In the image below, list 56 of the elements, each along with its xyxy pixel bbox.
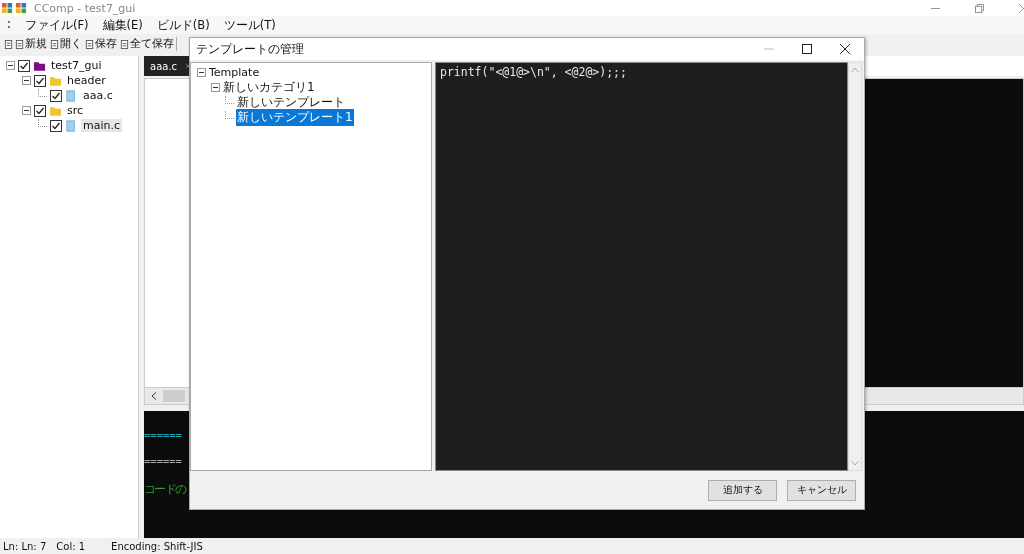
- document-icon: [15, 39, 24, 49]
- document-icon[interactable]: [4, 39, 13, 49]
- tree-item[interactable]: 新しいテンプレート1: [236, 109, 354, 126]
- collapse-icon[interactable]: [22, 76, 31, 85]
- window-title: CComp - test7_gui: [34, 1, 136, 15]
- restore-icon[interactable]: [975, 3, 984, 13]
- document-icon: [120, 39, 129, 49]
- collapse-icon[interactable]: [211, 83, 220, 92]
- checkbox[interactable]: [50, 89, 62, 102]
- menu-item[interactable]: ビルド(B): [156, 17, 210, 33]
- tree-item[interactable]: 新しいテンプレート: [236, 94, 346, 111]
- collapse-icon[interactable]: [22, 106, 31, 115]
- scroll-thumb[interactable]: [163, 390, 185, 402]
- status-text: Encoding: Shift-JIS: [111, 540, 203, 552]
- checkbox[interactable]: [34, 74, 46, 87]
- folder-icon: [49, 74, 62, 87]
- checkbox[interactable]: [50, 119, 62, 132]
- toolbar-button[interactable]: 保存: [84, 37, 118, 51]
- toolbar-button[interactable]: 全て保存: [119, 37, 175, 51]
- tree-item[interactable]: aaa.c: [81, 89, 115, 102]
- collapse-icon[interactable]: [6, 61, 15, 70]
- code-editor[interactable]: printf("<@1@>\n", <@2@>);;;: [435, 62, 848, 471]
- grip-icon: [8, 20, 11, 30]
- scroll-left-icon[interactable]: [151, 392, 157, 400]
- status-text: Col: 1: [56, 540, 86, 552]
- collapse-icon[interactable]: [197, 68, 206, 77]
- folder-icon: [49, 104, 62, 117]
- tree-item[interactable]: src: [65, 104, 86, 117]
- maximize-icon[interactable]: [802, 44, 812, 54]
- folder-icon: [33, 59, 46, 72]
- file-icon: [65, 119, 78, 132]
- menu-item[interactable]: ファイル(F): [25, 17, 89, 33]
- code-text: printf("<@1@>\n", <@2@>);;;: [440, 65, 628, 79]
- toolbar-button[interactable]: 新規: [14, 37, 48, 51]
- tree-item[interactable]: Template: [208, 66, 261, 79]
- tree-item[interactable]: header: [65, 74, 108, 87]
- checkbox[interactable]: [34, 104, 46, 117]
- tree-item[interactable]: main.c: [81, 119, 123, 132]
- status-text: Ln: Ln: 7: [3, 540, 47, 552]
- tree-item[interactable]: test7_gui: [49, 59, 104, 72]
- output-line: ======: [144, 455, 182, 467]
- menu-item[interactable]: 編集(E): [102, 17, 143, 33]
- app-icon: [2, 2, 13, 14]
- menu-item[interactable]: ツール(T): [223, 17, 276, 33]
- toolbar-button[interactable]: 開く: [49, 37, 83, 51]
- document-icon: [50, 39, 59, 49]
- app-icon: [16, 2, 27, 14]
- output-line: コードの: [144, 481, 186, 498]
- dialog-button[interactable]: キャンセル: [787, 479, 856, 501]
- checkbox[interactable]: [18, 59, 30, 72]
- document-icon: [85, 39, 94, 49]
- dialog-title: テンプレートの管理: [196, 40, 304, 58]
- dialog-button[interactable]: 追加する: [708, 479, 777, 501]
- file-icon: [65, 89, 78, 102]
- output-line: ======: [144, 429, 182, 441]
- tree-item[interactable]: 新しいカテゴリ1: [222, 79, 316, 96]
